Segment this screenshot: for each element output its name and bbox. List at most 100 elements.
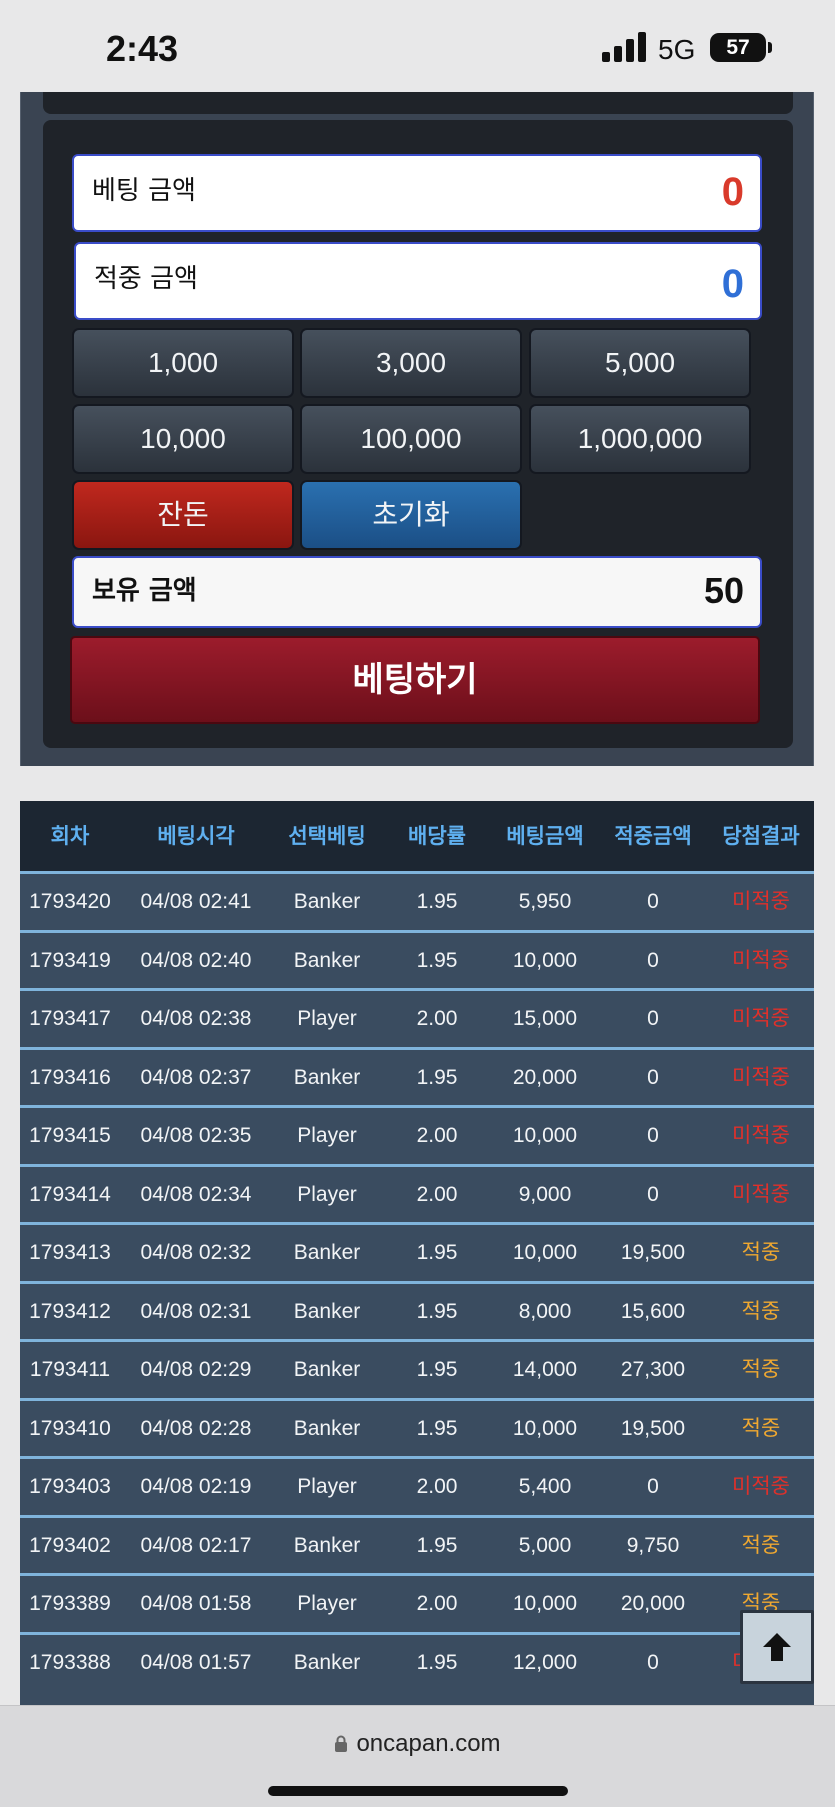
cell-selection: Banker xyxy=(293,1416,361,1440)
table-header: 회차 베팅시각 선택베팅 배당률 베팅금액 적중금액 당첨결과 xyxy=(20,801,814,871)
win-amount-box: 적중 금액 0 xyxy=(74,242,762,320)
cell-selection: Banker xyxy=(293,1241,361,1264)
cell-win-amount: 0 xyxy=(647,1475,659,1498)
panel-top-strip xyxy=(43,92,793,114)
cell-bet-time: 04/08 02:38 xyxy=(140,1007,252,1030)
place-bet-button[interactable]: 베팅하기 xyxy=(70,636,760,724)
win-amount-value: 0 xyxy=(721,262,744,306)
cell-selection: Banker xyxy=(293,890,361,913)
cell-bet-time: 04/08 02:31 xyxy=(140,1299,252,1323)
cell-bet-amount: 12,000 xyxy=(512,1650,578,1674)
lock-icon xyxy=(335,1735,348,1752)
chip-3000-button[interactable]: 3,000 xyxy=(300,328,522,398)
betting-panel: 베팅 금액 0 적중 금액 0 1,000 3,000 5,000 10,000… xyxy=(20,92,814,766)
all-in-button[interactable]: 잔돈 xyxy=(72,480,294,550)
table-row: 1793403 04/08 02:19 Player 2.00 5,400 0 미적중 xyxy=(20,1456,814,1514)
arrow-up-icon xyxy=(763,1633,791,1661)
cell-selection: Banker xyxy=(293,1650,361,1674)
chip-1000-button[interactable]: 1,000 xyxy=(72,328,294,398)
cell-selection: Banker xyxy=(293,1065,361,1089)
cell-odds: 2.00 xyxy=(416,1124,458,1147)
cell-bet-amount: 15,000 xyxy=(512,1007,578,1030)
cell-win-amount: 9,750 xyxy=(626,1533,680,1557)
cell-bet-amount: 8,000 xyxy=(518,1299,572,1323)
cell-bet-amount: 5,950 xyxy=(518,890,572,913)
reset-button[interactable]: 초기화 xyxy=(300,480,522,550)
cell-selection: Player xyxy=(297,1182,357,1206)
cell-odds: 1.95 xyxy=(416,1533,458,1557)
table-row: 1793415 04/08 02:35 Player 2.00 10,000 0 미적중 xyxy=(20,1105,814,1163)
cell-selection: Banker xyxy=(293,948,361,972)
chip-5000-button[interactable]: 5,000 xyxy=(529,328,751,398)
cell-odds: 1.95 xyxy=(416,1416,458,1440)
cell-bet-amount: 10,000 xyxy=(512,1241,578,1264)
cell-round: 1793420 xyxy=(29,890,111,913)
cell-win-amount: 0 xyxy=(647,948,659,972)
cell-selection: Player xyxy=(297,1007,357,1030)
chip-1000000-button[interactable]: 1,000,000 xyxy=(529,404,751,474)
cell-bet-amount: 14,000 xyxy=(512,1358,578,1381)
cell-odds: 2.00 xyxy=(416,1182,458,1206)
bet-amount-label: 베팅 금액 xyxy=(92,176,196,206)
table-row: 1793414 04/08 02:34 Player 2.00 9,000 0 미적중 xyxy=(20,1163,814,1222)
cell-selection: Banker xyxy=(293,1533,361,1557)
cell-selection: Player xyxy=(297,1475,357,1498)
cell-win-amount: 20,000 xyxy=(620,1592,686,1615)
header-win-amount: 적중금액 xyxy=(614,824,692,848)
cell-bet-time: 04/08 01:58 xyxy=(140,1592,252,1615)
bet-amount-value: 0 xyxy=(721,170,744,214)
cell-odds: 1.95 xyxy=(416,1299,458,1323)
cell-round: 1793419 xyxy=(29,948,111,972)
cell-win-amount: 0 xyxy=(647,1007,659,1030)
cell-bet-time: 04/08 02:40 xyxy=(140,948,252,972)
home-indicator xyxy=(268,1786,568,1796)
header-result: 당첨결과 xyxy=(722,824,800,848)
chip-10000-button[interactable]: 10,000 xyxy=(72,404,294,474)
cell-odds: 2.00 xyxy=(416,1475,458,1498)
cell-result: 적중 xyxy=(741,1357,781,1381)
table-row: 1793420 04/08 02:41 Banker 1.95 5,950 0 미적중 xyxy=(20,871,814,929)
cell-odds: 1.95 xyxy=(416,1358,458,1381)
table-row: 1793412 04/08 02:31 Banker 1.95 8,000 15,600 적… xyxy=(20,1280,814,1339)
table-row: 1793417 04/08 02:38 Player 2.00 15,000 0 미적중 xyxy=(20,988,814,1046)
cell-result: 적중 xyxy=(741,1532,781,1557)
cell-odds: 1.95 xyxy=(416,890,458,913)
table-row: 1793413 04/08 02:32 Banker 1.95 10,000 19,500… xyxy=(20,1222,814,1280)
cell-odds: 1.95 xyxy=(416,948,458,972)
bet-history-table: 회차 베팅시각 선택베팅 배당률 베팅금액 적중금액 당첨결과 1793420 0… xyxy=(20,801,814,1705)
cell-result: 적중 xyxy=(741,1240,781,1264)
browser-address-bar[interactable]: oncapan.com xyxy=(0,1705,835,1807)
cell-odds: 1.95 xyxy=(416,1650,458,1674)
cell-bet-time: 04/08 02:34 xyxy=(140,1182,252,1206)
table-row: 1793402 04/08 02:17 Banker 1.95 5,000 9,750 적중 xyxy=(20,1514,814,1573)
cell-bet-amount: 9,000 xyxy=(518,1182,572,1206)
cell-round: 1793414 xyxy=(29,1182,111,1206)
status-bar: 2:43 5G 57 xyxy=(0,0,835,92)
table-row: 1793416 04/08 02:37 Banker 1.95 20,000 0 미적중 xyxy=(20,1046,814,1105)
cell-bet-time: 04/08 02:19 xyxy=(140,1475,252,1498)
cell-win-amount: 19,500 xyxy=(620,1416,686,1440)
cell-win-amount: 27,300 xyxy=(620,1358,686,1381)
cell-win-amount: 15,600 xyxy=(620,1299,686,1323)
cell-bet-amount: 10,000 xyxy=(512,948,578,972)
chip-100000-button[interactable]: 100,000 xyxy=(300,404,522,474)
cell-selection: Player xyxy=(297,1592,357,1615)
win-amount-label: 적중 금액 xyxy=(94,264,198,294)
cell-round: 1793417 xyxy=(29,1007,111,1030)
cell-bet-time: 04/08 02:32 xyxy=(140,1241,252,1264)
header-odds: 배당률 xyxy=(408,824,466,848)
holding-amount-value: 50 xyxy=(703,570,744,611)
cell-odds: 1.95 xyxy=(416,1065,458,1089)
cell-result: 미적중 xyxy=(732,1006,790,1030)
scroll-top-button[interactable] xyxy=(740,1610,814,1684)
cell-bet-time: 04/08 02:28 xyxy=(140,1416,252,1440)
header-round: 회차 xyxy=(50,824,90,848)
table-row: 1793419 04/08 02:40 Banker 1.95 10,000 0 미적중 xyxy=(20,929,814,988)
cell-round: 1793416 xyxy=(29,1065,111,1089)
header-selection: 선택베팅 xyxy=(288,824,366,848)
url-display[interactable]: oncapan.com xyxy=(0,1730,835,1758)
cell-bet-time: 04/08 02:17 xyxy=(140,1533,252,1557)
cell-round: 1793415 xyxy=(29,1124,111,1147)
cell-round: 1793389 xyxy=(29,1592,111,1615)
cell-selection: Banker xyxy=(293,1358,361,1381)
